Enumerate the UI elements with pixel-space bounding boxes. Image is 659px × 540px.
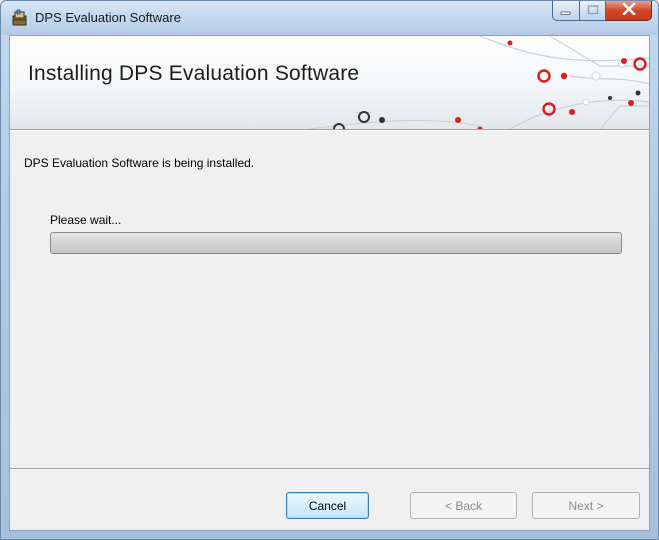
banner-title: Installing DPS Evaluation Software (28, 62, 360, 85)
next-button[interactable]: Next > (532, 492, 640, 519)
close-button[interactable] (606, 1, 652, 21)
banner-divider (10, 129, 649, 131)
close-icon (622, 2, 636, 20)
minimize-button[interactable] (552, 1, 580, 21)
installer-window: DPS Evaluation Software Installing DPS E… (0, 0, 659, 540)
minimize-icon (560, 2, 572, 20)
install-progress-bar (50, 232, 622, 254)
maximize-button[interactable] (580, 1, 606, 21)
install-status-text: DPS Evaluation Software is being install… (24, 156, 255, 170)
caption-buttons (552, 1, 652, 23)
title-bar[interactable]: DPS Evaluation Software (1, 1, 658, 35)
maximize-icon (587, 2, 599, 20)
window-title: DPS Evaluation Software (35, 10, 181, 25)
cancel-button[interactable]: Cancel (286, 492, 369, 519)
please-wait-label: Please wait... (50, 213, 122, 227)
footer-divider (10, 468, 649, 470)
dialog-client-area: Installing DPS Evaluation Software DPS E… (9, 35, 650, 531)
back-button[interactable]: < Back (410, 492, 517, 519)
installer-icon (11, 9, 29, 27)
header-banner: Installing DPS Evaluation Software (10, 36, 649, 129)
